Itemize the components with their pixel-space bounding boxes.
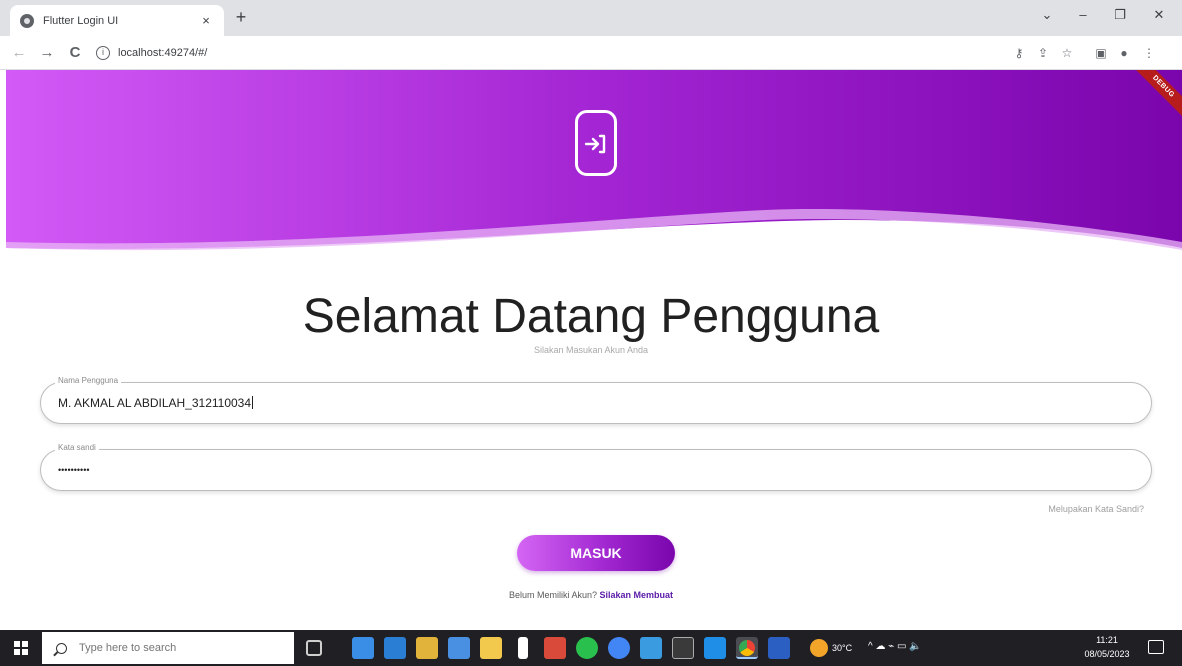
chrome-icon[interactable] — [736, 637, 758, 659]
word-icon[interactable] — [768, 637, 790, 659]
menu-icon[interactable]: ⋮ — [1140, 44, 1158, 62]
notification-icon[interactable] — [1148, 640, 1164, 654]
windows-taskbar: 30°C ^ ☁ ⌁ ▭ 🔈 11:21 08/05/2023 — [0, 630, 1182, 666]
windows-logo-icon — [14, 641, 28, 655]
page-subtitle: Silakan Masukan Akun Anda — [533, 345, 649, 355]
username-field[interactable]: Nama Pengguna M. AKMAL AL ABDILAH_312110… — [40, 376, 1152, 424]
profile-icon[interactable]: ● — [1115, 44, 1133, 62]
taskbar-clock[interactable]: 11:21 08/05/2023 — [1084, 633, 1130, 661]
task-view-icon[interactable] — [306, 640, 322, 656]
app-icon-2[interactable] — [384, 637, 406, 659]
app-icon-7[interactable] — [544, 637, 566, 659]
globe-icon — [20, 13, 34, 28]
vscode-icon[interactable] — [704, 637, 726, 659]
close-window-button[interactable]: ✕ — [1144, 4, 1174, 26]
app-icon-10[interactable] — [640, 637, 662, 659]
app-icon-5[interactable] — [480, 637, 502, 659]
start-button[interactable] — [0, 630, 42, 666]
page-title: Selamat Datang Pengguna — [302, 290, 880, 343]
text-caret — [252, 396, 254, 409]
username-label: Nama Pengguna — [55, 376, 122, 385]
back-button[interactable]: ← — [8, 42, 30, 64]
terminal-icon[interactable] — [672, 637, 694, 659]
restore-button[interactable]: ❐ — [1105, 4, 1135, 26]
taskbar-search-input[interactable] — [79, 642, 279, 654]
weather-temperature: 30°C — [832, 643, 853, 653]
weather-icon — [810, 639, 828, 657]
address-bar[interactable]: i localhost:49274/#/ — [96, 41, 996, 65]
search-icon — [56, 642, 67, 654]
chrome-logo — [739, 640, 755, 656]
password-input[interactable]: •••••••••• — [58, 465, 1118, 475]
username-value: M. AKMAL AL ABDILAH_312110034 — [58, 396, 252, 410]
new-tab-button[interactable]: + — [230, 6, 252, 28]
signup-prompt: Belum Memiliki Akun? Silakan Membuat — [0, 590, 1182, 600]
tab-search-dropdown-icon[interactable]: ⌄ — [1032, 4, 1062, 26]
app-icon-4[interactable] — [448, 637, 470, 659]
signup-prompt-text: Belum Memiliki Akun? — [508, 590, 597, 600]
browser-tabstrip: Flutter Login UI × + ⌄ – ❐ ✕ — [0, 0, 1182, 36]
taskbar-search[interactable] — [42, 632, 294, 664]
info-icon[interactable]: i — [96, 46, 110, 60]
login-icon — [575, 110, 617, 176]
password-label: Kata sandi — [55, 443, 99, 452]
flutter-login-page: DEBUG Selamat Datang Pengguna Silakan Ma… — [0, 70, 1182, 630]
hero-header: DEBUG — [6, 70, 1182, 260]
star-icon[interactable]: ☆ — [1058, 44, 1076, 62]
username-input[interactable]: M. AKMAL AL ABDILAH_312110034 — [58, 396, 1118, 410]
browser-tab[interactable]: Flutter Login UI × — [10, 5, 224, 36]
forgot-password-link[interactable]: Melupakan Kata Sandi? — [1048, 504, 1144, 514]
tab-close-icon[interactable]: × — [198, 13, 214, 28]
file-explorer-icon[interactable] — [416, 637, 438, 659]
tray-icons[interactable]: ^ ☁ ⌁ ▭ 🔈 — [868, 641, 922, 652]
forward-button[interactable]: → — [36, 42, 58, 64]
login-button[interactable]: MASUK — [517, 535, 675, 571]
app-icon-6[interactable] — [518, 637, 528, 659]
sidepanel-icon[interactable]: ▣ — [1092, 44, 1110, 62]
url-text: localhost:49274/#/ — [118, 47, 208, 59]
share-icon[interactable]: ⇪ — [1034, 44, 1052, 62]
whatsapp-icon[interactable] — [576, 637, 598, 659]
clock-date: 08/05/2023 — [1084, 649, 1130, 659]
app-icon-9[interactable] — [608, 637, 630, 659]
tab-title: Flutter Login UI — [43, 14, 119, 27]
reload-button[interactable]: C — [64, 42, 86, 64]
app-icon-1[interactable] — [352, 637, 374, 659]
key-icon[interactable]: ⚷ — [1010, 44, 1028, 62]
password-field[interactable]: Kata sandi •••••••••• — [40, 443, 1152, 491]
browser-toolbar: ← → C i localhost:49274/#/ ⚷ ⇪ ☆ ▣ ● ⋮ — [0, 36, 1182, 70]
signup-link[interactable]: Silakan Membuat — [600, 590, 674, 600]
clock-time: 11:21 — [1096, 635, 1118, 645]
minimize-button[interactable]: – — [1068, 4, 1098, 26]
